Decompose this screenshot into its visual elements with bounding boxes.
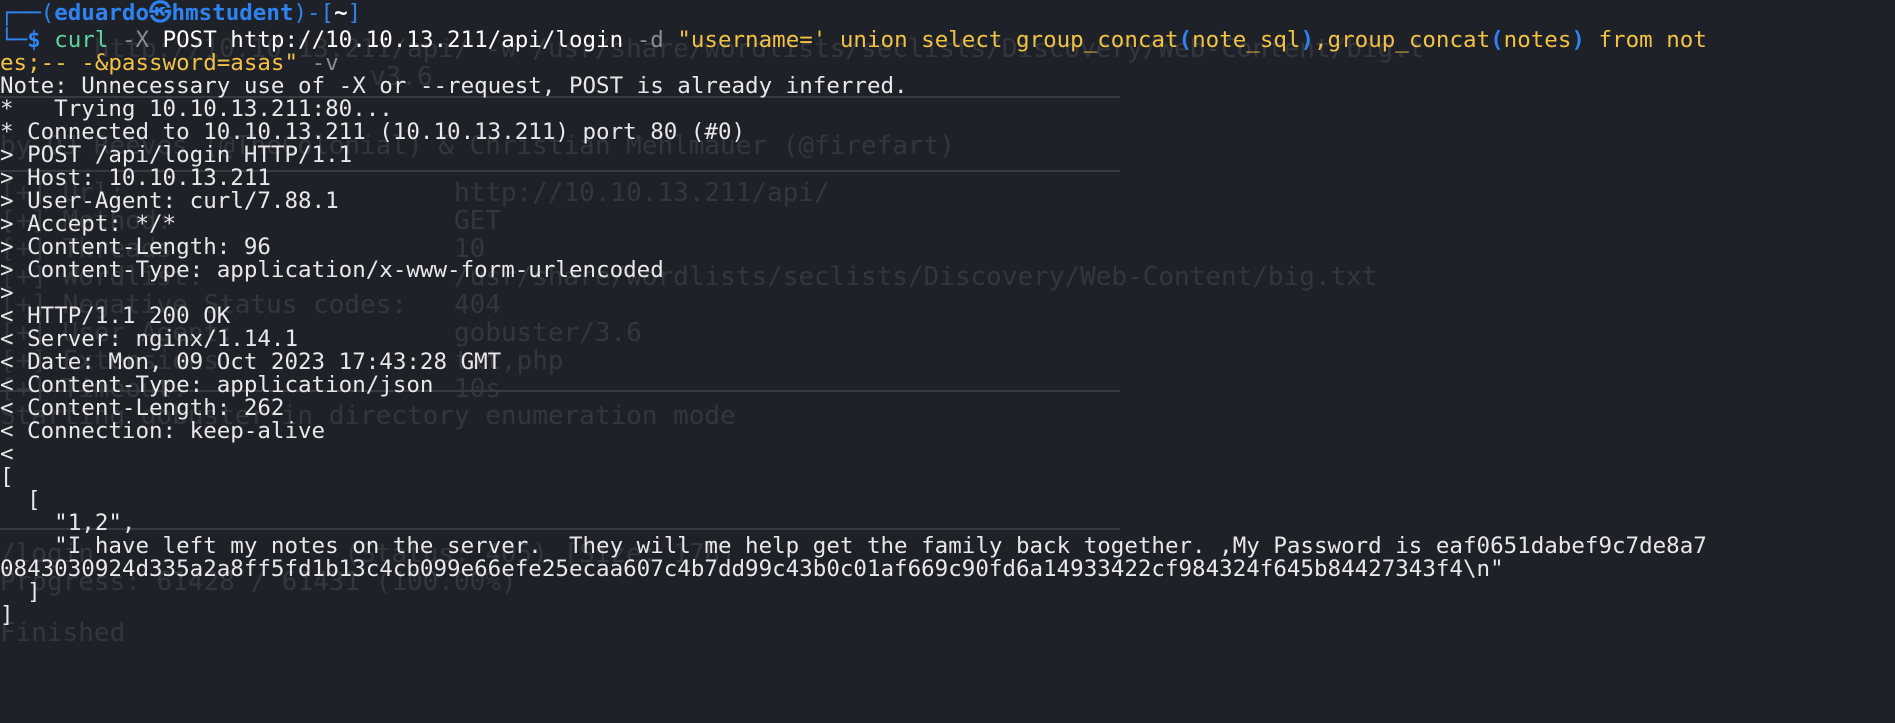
terminal-window[interactable]: http://10.10.13.211/api/ -w /usr/share/w…: [0, 0, 1895, 723]
prompt-line: ┌──(eduardo㉿hmstudent)-[~]: [0, 0, 1895, 27]
prompt-bracket: ]: [347, 0, 362, 26]
output-line: ]: [0, 602, 14, 628]
prompt-path: ~: [334, 0, 348, 26]
prompt-at-symbol: ㉿: [149, 0, 172, 26]
prompt-user: eduardo: [54, 0, 150, 26]
prompt-bracket: ┌──(: [0, 0, 55, 26]
prompt-host: hmstudent: [171, 0, 294, 26]
prompt-bracket: )-[: [293, 0, 335, 26]
